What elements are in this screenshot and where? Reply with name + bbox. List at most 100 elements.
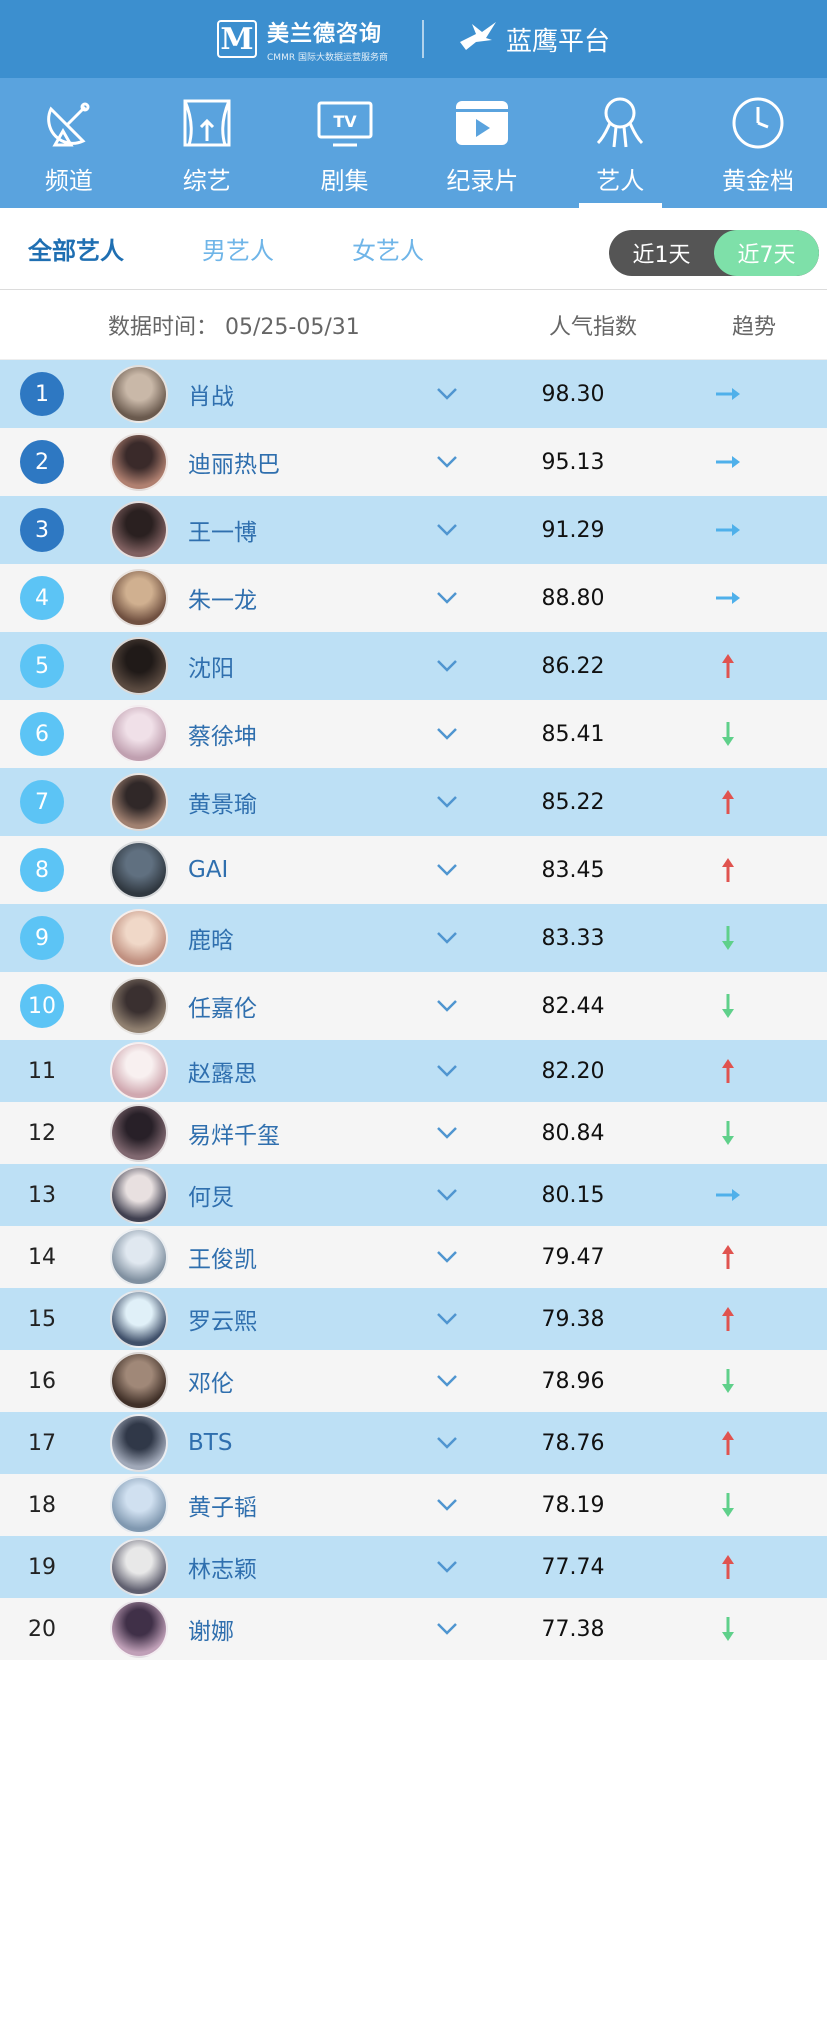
popularity-score: 86.22 <box>541 653 605 679</box>
artist-name[interactable]: GAI <box>188 857 428 883</box>
chevron-down-icon[interactable] <box>432 1490 462 1520</box>
avatar <box>110 501 168 559</box>
popularity-score: 79.47 <box>541 1244 605 1270</box>
table-row[interactable]: 18 黄子韬 78.19 <box>0 1474 827 1536</box>
chevron-down-icon[interactable] <box>432 1366 462 1396</box>
chevron-down-icon[interactable] <box>432 719 462 749</box>
table-row[interactable]: 14 王俊凯 79.47 <box>0 1226 827 1288</box>
rank-cell: 13 <box>0 1183 84 1208</box>
table-row[interactable]: 13 何炅 80.15 <box>0 1164 827 1226</box>
cmmr-brand: M 美兰德咨询 CMMR 国际大数据运营服务商 <box>217 16 388 63</box>
table-row[interactable]: 7 黄景瑜 85.22 <box>0 768 827 836</box>
avatar <box>110 1352 168 1410</box>
table-row[interactable]: 19 林志颖 77.74 <box>0 1536 827 1598</box>
artist-name[interactable]: 谢娜 <box>188 1612 428 1646</box>
avatar <box>110 1166 168 1224</box>
artist-name[interactable]: 任嘉伦 <box>188 989 428 1023</box>
table-row[interactable]: 1 肖战 98.30 <box>0 360 827 428</box>
rank-cell: 3 <box>0 508 84 552</box>
nav-item-drama[interactable]: TV 剧集 <box>276 78 414 208</box>
nav-item-channel[interactable]: 频道 <box>0 78 138 208</box>
artist-name[interactable]: 林志颖 <box>188 1550 428 1584</box>
tab-all-artists[interactable]: 全部艺人 <box>28 231 124 266</box>
artist-name[interactable]: 蔡徐坤 <box>188 717 428 751</box>
chevron-down-icon[interactable] <box>432 991 462 1021</box>
tv-icon: TV <box>313 91 377 155</box>
artist-name[interactable]: 肖战 <box>188 377 428 411</box>
rank-cell: 9 <box>0 916 84 960</box>
artist-name[interactable]: 邓伦 <box>188 1364 428 1398</box>
chevron-down-icon[interactable] <box>432 1118 462 1148</box>
table-row[interactable]: 20 谢娜 77.38 <box>0 1598 827 1660</box>
popularity-score: 79.38 <box>541 1306 605 1332</box>
table-row[interactable]: 16 邓伦 78.96 <box>0 1350 827 1412</box>
nav-item-variety[interactable]: 综艺 <box>138 78 276 208</box>
chevron-down-icon[interactable] <box>432 787 462 817</box>
tab-male-artists[interactable]: 男艺人 <box>202 231 274 266</box>
artist-name[interactable]: 朱一龙 <box>188 581 428 615</box>
chevron-down-icon[interactable] <box>432 651 462 681</box>
tab-female-artists[interactable]: 女艺人 <box>352 231 424 266</box>
rank-cell: 5 <box>0 644 84 688</box>
chevron-down-icon[interactable] <box>432 1428 462 1458</box>
nav-item-prime-time[interactable]: 黄金档 <box>689 78 827 208</box>
artist-name[interactable]: 黄景瑜 <box>188 785 428 819</box>
popularity-score: 77.38 <box>541 1616 605 1642</box>
arrow-up-icon <box>648 1554 808 1580</box>
artist-filter-tabs: 全部艺人 男艺人 女艺人 近1天 近7天 <box>0 208 827 290</box>
artist-name[interactable]: 赵露思 <box>188 1054 428 1088</box>
nav-item-documentary[interactable]: 纪录片 <box>413 78 551 208</box>
artist-name[interactable]: 王俊凯 <box>188 1240 428 1274</box>
table-row[interactable]: 17 BTS 78.76 <box>0 1412 827 1474</box>
chevron-down-icon[interactable] <box>432 515 462 545</box>
cmmr-name: 美兰德咨询 <box>267 21 383 47</box>
popularity-score: 85.22 <box>541 789 605 815</box>
artist-name[interactable]: 何炅 <box>188 1178 428 1212</box>
chevron-down-icon[interactable] <box>432 1056 462 1086</box>
toggle-7-days[interactable]: 近7天 <box>714 230 819 276</box>
avatar <box>110 365 168 423</box>
table-row[interactable]: 3 王一博 91.29 <box>0 496 827 564</box>
chevron-down-icon[interactable] <box>432 583 462 613</box>
table-row[interactable]: 10 任嘉伦 82.44 <box>0 972 827 1040</box>
popularity-score: 78.19 <box>541 1492 605 1518</box>
artist-name[interactable]: 王一博 <box>188 513 428 547</box>
artist-name[interactable]: 罗云熙 <box>188 1302 428 1336</box>
table-row[interactable]: 8 GAI 83.45 <box>0 836 827 904</box>
chevron-down-icon[interactable] <box>432 447 462 477</box>
chevron-down-icon[interactable] <box>432 855 462 885</box>
chevron-down-icon[interactable] <box>432 1614 462 1644</box>
chevron-down-icon[interactable] <box>432 1304 462 1334</box>
table-row[interactable]: 11 赵露思 82.20 <box>0 1040 827 1102</box>
table-row[interactable]: 2 迪丽热巴 95.13 <box>0 428 827 496</box>
rank-cell: 11 <box>0 1059 84 1084</box>
artist-name[interactable]: BTS <box>188 1430 428 1456</box>
data-date-range: 数据时间： 05/25-05/31 <box>108 314 360 340</box>
artist-name[interactable]: 易烊千玺 <box>188 1116 428 1150</box>
table-row[interactable]: 15 罗云熙 79.38 <box>0 1288 827 1350</box>
nav-item-artist[interactable]: 艺人 <box>551 78 689 208</box>
chevron-down-icon[interactable] <box>432 379 462 409</box>
table-row[interactable]: 5 沈阳 86.22 <box>0 632 827 700</box>
artist-name[interactable]: 鹿晗 <box>188 921 428 955</box>
period-toggle: 近1天 近7天 <box>609 230 819 276</box>
artist-name[interactable]: 迪丽热巴 <box>188 445 428 479</box>
table-row[interactable]: 6 蔡徐坤 85.41 <box>0 700 827 768</box>
avatar <box>110 1476 168 1534</box>
artist-name[interactable]: 沈阳 <box>188 649 428 683</box>
popularity-score: 91.29 <box>541 517 605 543</box>
table-row[interactable]: 12 易烊千玺 80.84 <box>0 1102 827 1164</box>
chevron-down-icon[interactable] <box>432 1242 462 1272</box>
chevron-down-icon[interactable] <box>432 1552 462 1582</box>
chevron-down-icon[interactable] <box>432 923 462 953</box>
table-row[interactable]: 4 朱一龙 88.80 <box>0 564 827 632</box>
rank-cell: 12 <box>0 1121 84 1146</box>
toggle-1-day[interactable]: 近1天 <box>609 230 714 276</box>
nav-label: 纪录片 <box>446 166 519 195</box>
artist-name[interactable]: 黄子韬 <box>188 1488 428 1522</box>
chevron-down-icon[interactable] <box>432 1180 462 1210</box>
rank-number: 16 <box>28 1368 56 1394</box>
rank-cell: 14 <box>0 1245 84 1270</box>
rank-cell: 4 <box>0 576 84 620</box>
table-row[interactable]: 9 鹿晗 83.33 <box>0 904 827 972</box>
